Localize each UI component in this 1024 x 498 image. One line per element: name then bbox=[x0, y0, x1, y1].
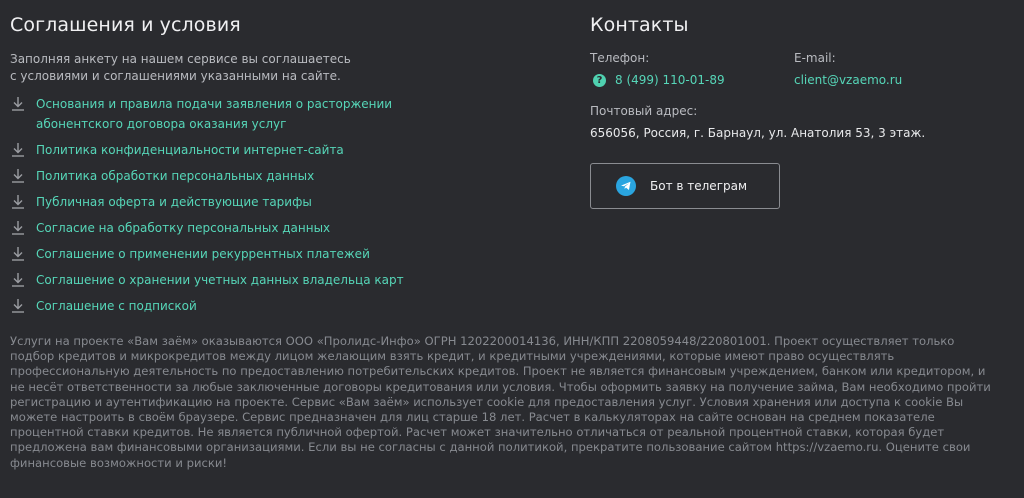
doc-label: Публичная оферта и действующие тарифы bbox=[36, 195, 312, 209]
doc-link-personal-data-policy[interactable]: Политика обработки персональных данных bbox=[10, 166, 570, 186]
download-icon bbox=[12, 299, 24, 313]
telegram-button-label: Бот в телеграм bbox=[650, 179, 748, 193]
doc-label: Согласие на обработку персональных данны… bbox=[36, 221, 331, 235]
telegram-icon bbox=[616, 176, 636, 196]
doc-link-data-consent[interactable]: Согласие на обработку персональных данны… bbox=[10, 218, 570, 238]
agreements-intro: Заполняя анкету на нашем сервисе вы согл… bbox=[10, 51, 570, 85]
download-icon bbox=[12, 221, 24, 235]
documents-list: Основания и правила подачи заявления о р… bbox=[10, 94, 570, 316]
address-label: Почтовый адрес: bbox=[590, 104, 698, 118]
intro-line-1: Заполняя анкету на нашем сервисе вы согл… bbox=[10, 52, 351, 66]
doc-label: Соглашение с подпиской bbox=[36, 299, 197, 313]
doc-label: Соглашение о хранении учетных данных вла… bbox=[36, 273, 404, 287]
agreements-title: Соглашения и условия bbox=[10, 14, 241, 36]
help-icon[interactable]: ? bbox=[593, 73, 606, 87]
phone-block: Телефон: ? 8 (499) 110-01-89 bbox=[590, 36, 794, 87]
doc-label: Соглашение о применении рекуррентных пла… bbox=[36, 247, 370, 261]
download-icon bbox=[12, 97, 24, 111]
legal-disclaimer: Услуги на проекте «Вам заём» оказываются… bbox=[10, 334, 991, 470]
doc-link-card-data-storage[interactable]: Соглашение о хранении учетных данных вла… bbox=[10, 270, 570, 290]
doc-label: Политика обработки персональных данных bbox=[36, 169, 315, 183]
phone-number[interactable]: 8 (499) 110-01-89 bbox=[615, 73, 725, 87]
doc-link-privacy-policy[interactable]: Политика конфиденциальности интернет-сай… bbox=[10, 140, 570, 160]
download-icon bbox=[12, 195, 24, 209]
intro-line-2: с условиями и соглашениями указанными на… bbox=[10, 69, 341, 83]
telegram-bot-button[interactable]: Бот в телеграм bbox=[590, 163, 780, 209]
doc-link-subscription[interactable]: Соглашение с подпиской bbox=[10, 296, 570, 316]
agreements-section: Соглашения и условия Заполняя анкету на … bbox=[10, 14, 570, 332]
download-icon bbox=[12, 143, 24, 157]
address-value: 656056, Россия, г. Барнаул, ул. Анатолия… bbox=[590, 126, 926, 140]
phone-link[interactable]: ? 8 (499) 110-01-89 bbox=[590, 73, 794, 87]
download-icon bbox=[12, 247, 24, 261]
phone-label: Телефон: bbox=[590, 51, 650, 65]
doc-label: Основания и правила подачи заявления о р… bbox=[36, 97, 393, 131]
doc-label: Политика конфиденциальности интернет-сай… bbox=[36, 143, 344, 157]
email-link[interactable]: client@vzaemo.ru bbox=[794, 73, 902, 87]
contacts-row: Телефон: ? 8 (499) 110-01-89 E-mail: cli… bbox=[590, 36, 1010, 87]
download-icon bbox=[12, 273, 24, 287]
download-icon bbox=[12, 169, 24, 183]
contacts-section: Контакты Телефон: ? 8 (499) 110-01-89 E-… bbox=[590, 14, 1010, 209]
email-block: E-mail: client@vzaemo.ru bbox=[794, 36, 902, 87]
doc-link-public-offer[interactable]: Публичная оферта и действующие тарифы bbox=[10, 192, 570, 212]
email-label: E-mail: bbox=[794, 51, 836, 65]
doc-link-termination-rules[interactable]: Основания и правила подачи заявления о р… bbox=[10, 94, 570, 134]
doc-link-recurring-payments[interactable]: Соглашение о применении рекуррентных пла… bbox=[10, 244, 570, 264]
contacts-title: Контакты bbox=[590, 14, 689, 36]
